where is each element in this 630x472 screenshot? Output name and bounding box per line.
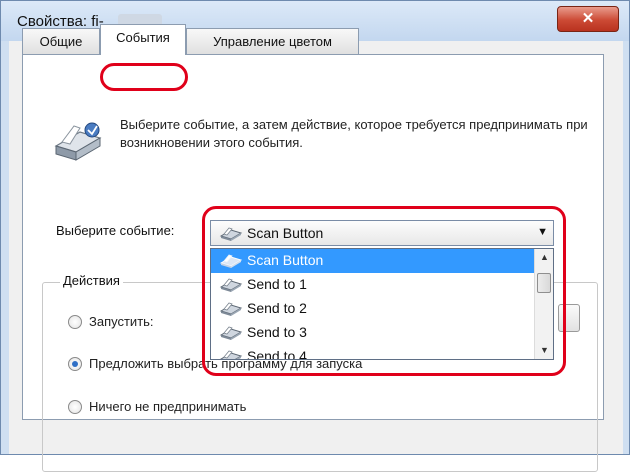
dropdown-item-send-to-3[interactable]: Send to 3 — [211, 321, 534, 345]
dropdown-item-label: Send to 2 — [247, 300, 307, 316]
event-select[interactable]: Scan Button ▼ — [210, 220, 554, 246]
scanner-icon — [219, 227, 243, 241]
select-event-label: Выберите событие: — [56, 223, 175, 238]
radio-propose-program[interactable] — [68, 357, 82, 371]
dropdown-item-label: Send to 1 — [247, 276, 307, 292]
dropdown-item-label: Send to 4 — [247, 348, 307, 360]
scroll-down-icon[interactable]: ▼ — [535, 342, 553, 359]
dropdown-item-send-to-1[interactable]: Send to 1 — [211, 273, 534, 297]
scroll-up-icon[interactable]: ▲ — [535, 249, 553, 266]
dropdown-item-send-to-2[interactable]: Send to 2 — [211, 297, 534, 321]
dropdown-item-label: Send to 3 — [247, 324, 307, 340]
tab-color-management[interactable]: Управление цветом — [186, 28, 359, 54]
dropdown-item-label: Scan Button — [247, 252, 324, 268]
close-button[interactable]: ✕ — [557, 6, 619, 32]
tab-general[interactable]: Общие — [22, 28, 100, 54]
radio-do-nothing[interactable] — [68, 400, 82, 414]
program-select-edge[interactable] — [558, 304, 580, 332]
scrollbar-thumb[interactable] — [537, 273, 551, 293]
event-description: Выберите событие, а затем действие, кото… — [120, 117, 588, 150]
chevron-down-icon: ▼ — [537, 226, 548, 238]
scanner-icon — [220, 350, 243, 359]
scanner-icon — [54, 122, 102, 161]
tab-events[interactable]: События — [100, 24, 186, 55]
scanner-icon — [219, 326, 243, 340]
dropdown-item-scan-button[interactable]: Scan Button — [211, 249, 534, 273]
radio-run[interactable] — [68, 315, 82, 329]
radio-do-nothing-label[interactable]: Ничего не предпринимать — [89, 399, 246, 414]
scanner-icon — [219, 278, 243, 292]
scanner-icon — [219, 254, 243, 268]
dropdown-item-send-to-4[interactable]: Send to 4 — [211, 345, 534, 360]
dropdown-scrollbar[interactable]: ▲ ▼ — [534, 249, 553, 359]
actions-group-legend: Действия — [60, 273, 123, 288]
event-dropdown-list[interactable]: Scan Button Send to 1 Send to 2 Send to … — [210, 248, 554, 360]
event-select-value: Scan Button — [247, 225, 324, 241]
radio-run-label[interactable]: Запустить: — [89, 314, 154, 329]
scanner-icon — [219, 302, 243, 316]
